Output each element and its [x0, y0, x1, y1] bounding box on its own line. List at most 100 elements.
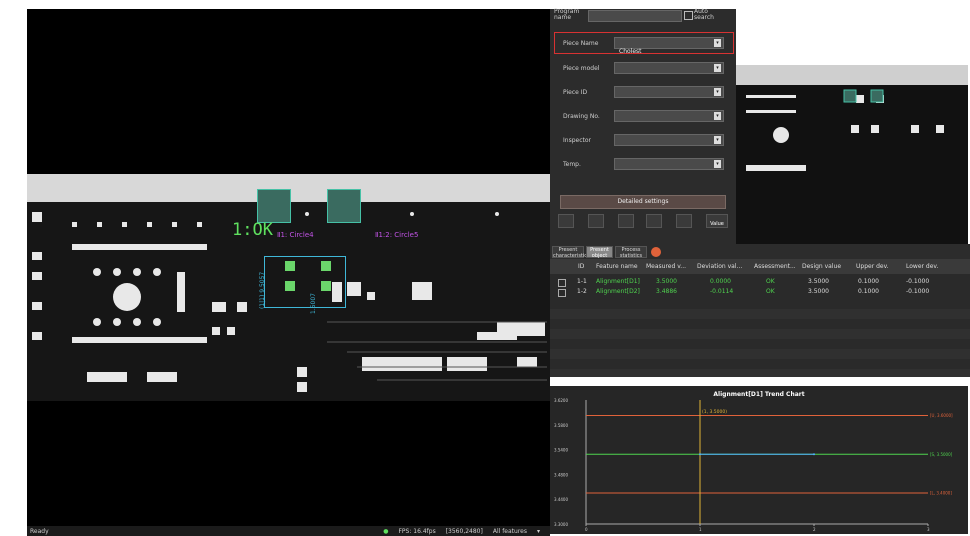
y-tick-label: 3.5400 [554, 448, 568, 453]
preview-thumbnail[interactable] [736, 65, 968, 244]
program-name-label: Program name [554, 8, 580, 21]
x-tick-label: 2 [813, 527, 816, 532]
y-tick-label: 3.3000 [554, 522, 568, 527]
fiducial-marker-1[interactable] [257, 189, 291, 223]
column-header-id: ID [578, 263, 585, 270]
auto-search-label: Auto search [694, 8, 714, 21]
delete-icon[interactable] [618, 214, 634, 228]
fps-indicator-icon: ● [383, 527, 389, 535]
chevron-down-icon[interactable]: ▾ [714, 88, 721, 96]
table-row[interactable]: 1-1 Alignment[D1] 3.5000 0.0000 OK 3.500… [550, 277, 970, 287]
column-header-deviation: Deviation val... [697, 263, 743, 270]
tab-present-object[interactable]: Present object [586, 246, 613, 259]
cell-id: 1-1 [577, 278, 587, 285]
value-button[interactable]: Value [706, 214, 728, 228]
column-header-design: Design value [802, 263, 842, 270]
program-name-input[interactable] [588, 10, 682, 22]
column-header-assessment: Assessment... [754, 263, 796, 270]
column-header-feature: Feature name [596, 263, 638, 270]
cell-id: 1-2 [577, 288, 587, 295]
chevron-down-icon[interactable]: ▾ [714, 112, 721, 120]
refresh-icon[interactable] [676, 214, 692, 228]
row-checkbox[interactable] [558, 279, 566, 287]
y-tick-label: 3.4800 [554, 472, 568, 477]
settings-gear-icon[interactable] [651, 247, 661, 257]
detailed-settings-button[interactable]: Detailed settings [560, 195, 726, 209]
y-tick-label: 3.6200 [554, 398, 568, 403]
cell-feature: Alignment[D1] [596, 278, 640, 285]
status-bar: Ready ● FPS: 16.4fps [3560,2480] All fea… [27, 526, 550, 536]
save-icon[interactable] [588, 214, 604, 228]
chevron-down-icon[interactable]: ▾ [714, 136, 721, 144]
cell-feature: Alignment[D2] [596, 288, 640, 295]
cell-upper: 0.1000 [858, 288, 879, 295]
piece-name-value: Cholest [619, 48, 642, 55]
fiducial-marker-2[interactable] [327, 189, 361, 223]
cell-assessment: OK [766, 278, 775, 285]
inspector-label: Inspector [563, 137, 591, 144]
camera-view[interactable]: 1:OK Ⅱ1: Circle4 Ⅱ1:2: Circle5 (1|1) 9.5… [27, 9, 550, 526]
trend-chart: Alignment[D1] Trend Chart 3.6200 3.5800 3.… [550, 386, 968, 534]
cell-design: 3.5000 [808, 278, 829, 285]
fps-readout: FPS: 16.4fps [398, 527, 436, 535]
check-marker-2 [285, 281, 295, 291]
check-marker-4 [321, 281, 331, 291]
column-header-upper: Upper dev. [856, 263, 889, 270]
drawing-no-label: Drawing No. [563, 113, 600, 120]
chevron-down-icon[interactable]: ▾ [714, 160, 721, 168]
drawing-no-dropdown[interactable]: ▾ [614, 110, 724, 122]
feature-table: ID Feature name Measured v... Deviation … [550, 259, 970, 377]
cell-lower: -0.1000 [906, 288, 930, 295]
feature-label-1: Ⅱ1: Circle4 [277, 231, 314, 239]
tab-process-statistics[interactable]: Process statistics [615, 246, 647, 259]
inspector-dropdown[interactable]: ▾ [614, 134, 724, 146]
measurement-region[interactable] [264, 256, 346, 308]
tab-present-characteristics[interactable]: Present characteristics [552, 246, 590, 259]
reference-line-label: [S, 3.5000] [930, 452, 953, 457]
cell-design: 3.5000 [808, 288, 829, 295]
cursor-annotation: (1, 3.5000) [702, 409, 727, 415]
cursor-coordinates: [3560,2480] [445, 527, 483, 535]
cell-measured: 3.5000 [656, 278, 677, 285]
copy-icon[interactable] [646, 214, 662, 228]
piece-id-label: Piece ID [563, 89, 588, 96]
cell-upper: 0.1000 [858, 278, 879, 285]
piece-model-dropdown[interactable]: ▾ [614, 62, 724, 74]
piece-info-panel: Program name Auto search Piece Name Chol… [550, 9, 736, 244]
piece-name-dropdown[interactable]: Cholest ▾ [614, 37, 724, 55]
feature-filter-dropdown[interactable]: All features [493, 528, 527, 535]
ok-label: 1:OK [232, 220, 273, 240]
empty-rows [550, 299, 970, 377]
feature-label-2: Ⅱ1:2: Circle5 [375, 231, 419, 239]
temp-dropdown[interactable]: ▾ [614, 158, 724, 170]
column-header-measured: Measured v... [646, 263, 687, 270]
table-row[interactable]: 1-2 Alignment[D2] 3.4886 -0.0114 OK 3.50… [550, 287, 970, 297]
piece-id-dropdown[interactable]: ▾ [614, 86, 724, 98]
cell-deviation: -0.0114 [710, 288, 734, 295]
x-tick-label: 1 [699, 527, 702, 532]
data-point [699, 453, 701, 456]
statistics-tabs: Present characteristics Present object P… [550, 244, 970, 259]
chevron-down-icon[interactable]: ▾ [714, 64, 721, 72]
piece-name-label: Piece Name [563, 40, 599, 47]
cell-lower: -0.1000 [906, 278, 930, 285]
cell-assessment: OK [766, 288, 775, 295]
y-tick-label: 3.4400 [554, 497, 568, 502]
piece-model-label: Piece model [563, 65, 600, 72]
row-checkbox[interactable] [558, 289, 566, 297]
x-tick-label: 0 [585, 527, 588, 532]
cell-deviation: 0.0000 [710, 278, 731, 285]
reference-line-label: [U, 3.6000] [930, 413, 953, 418]
reference-line-label: [L, 3.4000] [930, 491, 952, 496]
x-tick-label: 3 [927, 527, 930, 532]
edit-icon[interactable] [558, 214, 574, 228]
chevron-down-icon[interactable]: ▾ [714, 39, 721, 47]
auto-search-checkbox[interactable] [684, 11, 693, 20]
chevron-down-icon[interactable]: ▾ [537, 528, 540, 535]
y-tick-label: 3.5800 [554, 423, 568, 428]
data-point [813, 453, 815, 456]
trend-chart-svg: 3.6200 3.5800 3.5400 3.4800 3.4400 3.3000 0 1 2 3… [554, 398, 953, 532]
check-marker-1 [285, 261, 295, 271]
cell-measured: 3.4886 [656, 288, 677, 295]
column-header-lower: Lower dev. [906, 263, 939, 270]
